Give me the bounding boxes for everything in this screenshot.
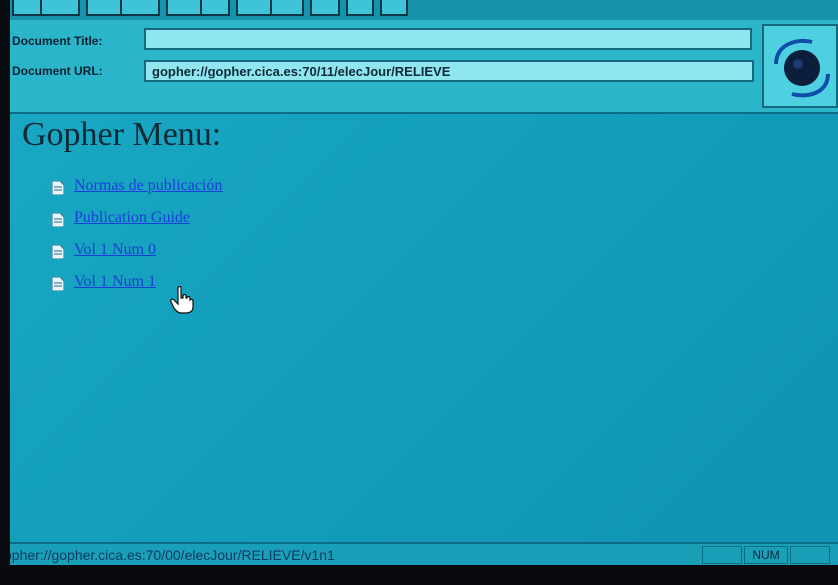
document-icon <box>52 181 64 195</box>
toolbar-button[interactable] <box>346 0 374 16</box>
menu-link-vol1-num1[interactable]: Vol 1 Num 1 <box>74 273 156 291</box>
toolbar-button[interactable] <box>236 0 272 16</box>
document-icon <box>52 245 64 259</box>
status-bar: opher://gopher.cica.es:70/00/elecJour/RE… <box>10 542 838 565</box>
document-icon <box>52 277 64 291</box>
list-item: Normas de publicación <box>52 170 222 202</box>
hand-pointer-icon <box>170 286 194 314</box>
menu-link-publication-guide[interactable]: Publication Guide <box>74 209 190 227</box>
address-panel: Document Title: Document URL: gopher://g… <box>10 20 838 114</box>
list-item: Vol 1 Num 1 <box>52 266 222 298</box>
browser-window: Document Title: Document URL: gopher://g… <box>10 0 838 565</box>
toolbar-button[interactable] <box>40 0 80 16</box>
page-title: Gopher Menu: <box>22 116 222 153</box>
document-content: Gopher Menu: Normas de publicación Publi… <box>10 114 838 542</box>
toolbar-button[interactable] <box>310 0 340 16</box>
toolbar-button[interactable] <box>200 0 230 16</box>
toolbar-button[interactable] <box>12 0 42 16</box>
document-title-field[interactable] <box>144 28 752 50</box>
toolbar <box>10 0 838 20</box>
status-cell <box>702 546 742 564</box>
toolbar-button[interactable] <box>270 0 304 16</box>
toolbar-button[interactable] <box>86 0 122 16</box>
list-item: Publication Guide <box>52 202 222 234</box>
status-url-text: opher://gopher.cica.es:70/00/elecJour/RE… <box>10 547 335 563</box>
browser-logo[interactable] <box>762 24 838 108</box>
toolbar-button[interactable] <box>166 0 202 16</box>
document-title-label: Document Title: <box>12 34 103 48</box>
gopher-menu-list: Normas de publicación Publication Guide … <box>52 170 222 298</box>
document-icon <box>52 213 64 227</box>
menu-link-normas[interactable]: Normas de publicación <box>74 177 222 195</box>
toolbar-button[interactable] <box>380 0 408 16</box>
document-url-field[interactable]: gopher://gopher.cica.es:70/11/elecJour/R… <box>144 60 754 82</box>
document-url-label: Document URL: <box>12 64 103 78</box>
list-item: Vol 1 Num 0 <box>52 234 222 266</box>
screen-bezel-left <box>0 0 10 585</box>
screen-bezel-bottom <box>0 565 838 585</box>
menu-link-vol1-num0[interactable]: Vol 1 Num 0 <box>74 241 156 259</box>
toolbar-button[interactable] <box>120 0 160 16</box>
num-lock-indicator: NUM <box>744 546 788 564</box>
globe-logo-icon <box>774 38 830 98</box>
status-cell <box>790 546 830 564</box>
